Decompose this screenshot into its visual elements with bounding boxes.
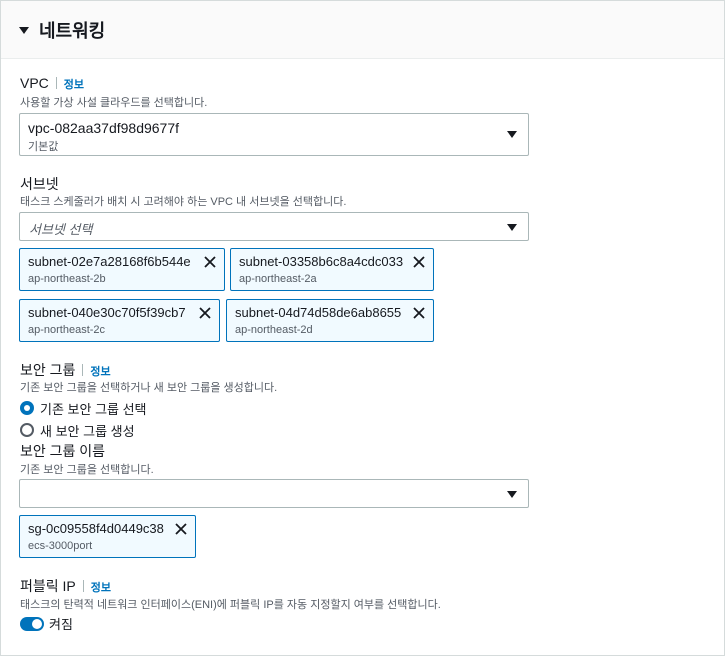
security-group-description: 기존 보안 그룹을 선택하거나 새 보안 그룹을 생성합니다. [20, 382, 278, 394]
vpc-description: 사용할 가상 사설 클라우드를 선택합니다. [20, 97, 208, 109]
networking-header[interactable]: 네트워킹 [1, 1, 724, 59]
subnet-token-id: subnet-02e7a28168f6b544e [28, 254, 191, 269]
divider [55, 77, 57, 89]
divider [82, 580, 84, 592]
caret-down-icon[interactable] [19, 26, 29, 34]
subnet-token-id: subnet-040e30c70f5f39cb7 [28, 305, 186, 320]
security-group-token-id: sg-0c09558f4d0449c38 [28, 521, 164, 536]
caret-down-icon [507, 491, 517, 498]
public-ip-toggle[interactable] [20, 617, 44, 631]
security-group-label-row: 보안 그룹 정보 [20, 360, 111, 380]
close-icon[interactable] [197, 305, 213, 321]
radio-existing-security-group[interactable] [20, 401, 34, 415]
radio-label-new[interactable]: 새 보안 그룹 생성 [40, 421, 135, 440]
security-group-select[interactable] [19, 479, 529, 508]
security-group-label: 보안 그룹 [20, 362, 76, 378]
public-ip-toggle-label: 켜짐 [49, 617, 73, 632]
close-icon[interactable] [411, 254, 427, 270]
subnet-token: subnet-04d74d58de6ab8655 ap-northeast-2d [226, 299, 434, 342]
vpc-select-value: vpc-082aa37df98d9677f [28, 120, 180, 136]
close-icon[interactable] [411, 305, 427, 321]
public-ip-description: 태스크의 탄력적 네트워크 인터페이스(ENI)에 퍼블릭 IP를 자동 지정할… [20, 599, 441, 611]
security-group-token-name: ecs-3000port [28, 540, 93, 552]
close-icon[interactable] [202, 254, 218, 270]
vpc-label-row: VPC 정보 [20, 75, 84, 93]
security-group-info-link[interactable]: 정보 [90, 366, 110, 378]
caret-down-icon [507, 131, 517, 138]
security-group-token: sg-0c09558f4d0449c38 ecs-3000port [19, 515, 196, 558]
public-ip-info-link[interactable]: 정보 [91, 582, 111, 594]
security-group-name-description: 기존 보안 그룹을 선택합니다. [20, 464, 154, 476]
subnet-token: subnet-040e30c70f5f39cb7 ap-northeast-2c [19, 299, 220, 342]
subnet-token-id: subnet-03358b6c8a4cdc033 [239, 254, 404, 269]
subnet-select[interactable]: 서브넷 선택 [19, 212, 529, 241]
subnet-token-az: ap-northeast-2a [239, 273, 317, 285]
subnet-label: 서브넷 [20, 176, 59, 192]
security-group-name-label: 보안 그룹 이름 [20, 443, 106, 459]
public-ip-label: 퍼블릭 IP [20, 578, 76, 594]
close-icon[interactable] [173, 521, 189, 537]
radio-new-security-group[interactable] [20, 423, 34, 437]
networking-panel: 네트워킹 VPC 정보 사용할 가상 사설 클라우드를 선택합니다. vpc-08… [0, 0, 725, 656]
subnet-description: 태스크 스케줄러가 배치 시 고려해야 하는 VPC 내 서브넷을 선택합니다. [20, 196, 347, 208]
subnet-token: subnet-03358b6c8a4cdc033 ap-northeast-2a [230, 248, 434, 291]
vpc-info-link[interactable]: 정보 [64, 79, 84, 91]
subnet-token-az: ap-northeast-2b [28, 273, 106, 285]
subnet-token-az: ap-northeast-2c [28, 324, 106, 336]
subnet-select-placeholder: 서브넷 선택 [29, 222, 93, 237]
vpc-select[interactable]: vpc-082aa37df98d9677f 기본값 [19, 113, 529, 156]
caret-down-icon [507, 224, 517, 231]
vpc-select-sub: 기본값 [28, 141, 59, 153]
section-title: 네트워킹 [39, 20, 106, 41]
public-ip-label-row: 퍼블릭 IP 정보 [20, 576, 111, 596]
radio-label-existing[interactable]: 기존 보안 그룹 선택 [40, 399, 147, 418]
subnet-token-az: ap-northeast-2d [235, 324, 313, 336]
vpc-label: VPC [20, 75, 49, 91]
subnet-token: subnet-02e7a28168f6b544e ap-northeast-2b [19, 248, 225, 291]
subnet-token-id: subnet-04d74d58de6ab8655 [235, 305, 402, 320]
divider [82, 364, 84, 376]
